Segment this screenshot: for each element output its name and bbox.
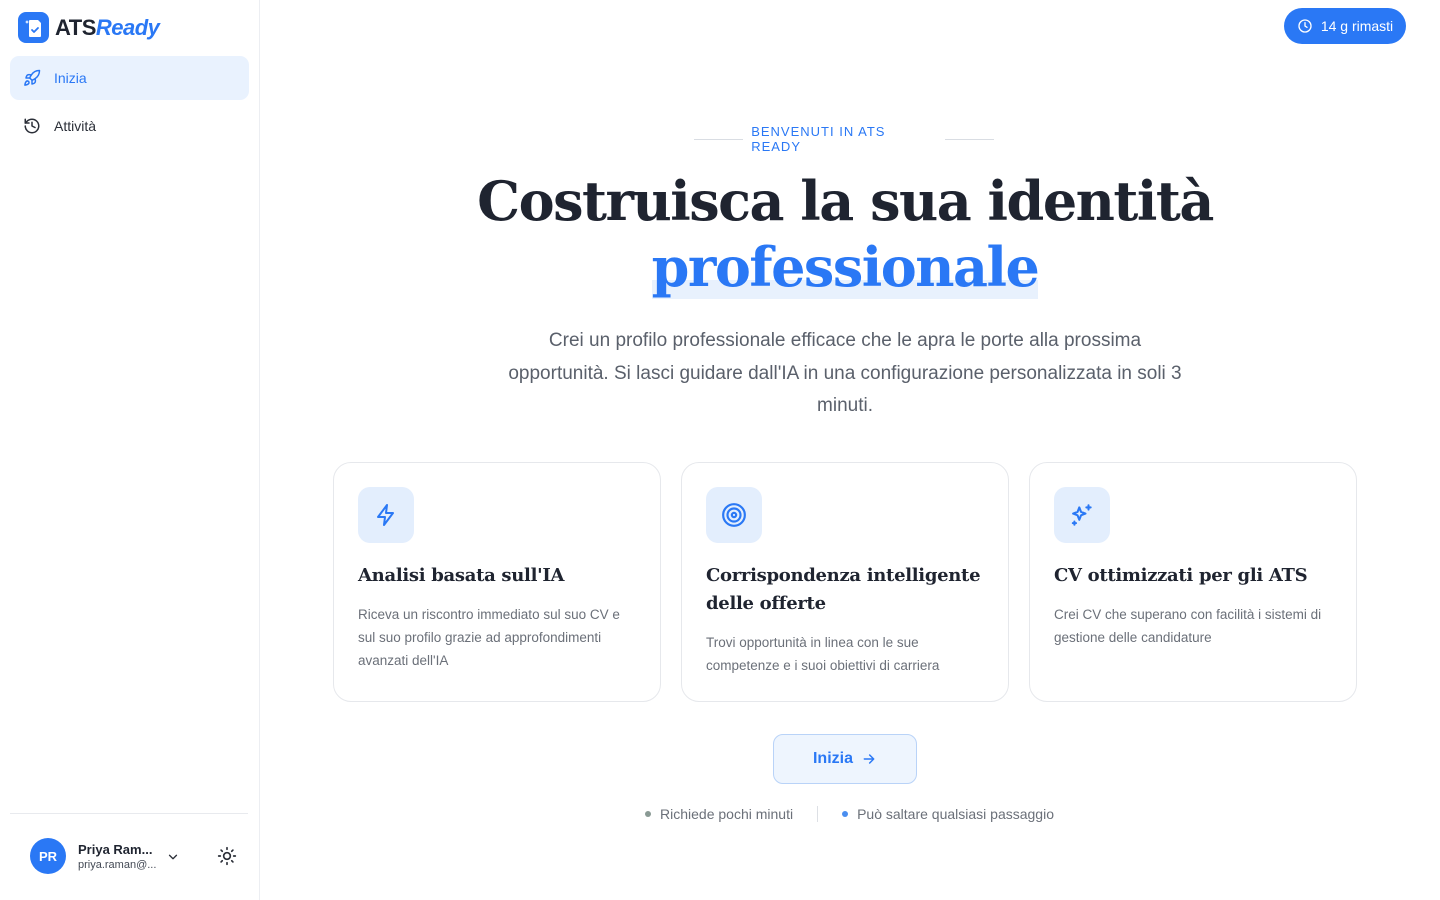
user-name: Priya Ram...: [78, 841, 153, 857]
sun-icon: [217, 846, 237, 866]
feature-card: Corrispondenza intelligente delle offert…: [681, 462, 1009, 702]
page-subtitle: Crei un profilo professionale efficace c…: [508, 330, 1182, 416]
note-item: Può saltare qualsiasi passaggio: [842, 806, 1054, 822]
start-button-label: Inizia: [812, 750, 853, 767]
feature-card: CV ottimizzati per gli ATS Crei CV che s…: [1029, 462, 1357, 702]
feature-title: CV ottimizzati per gli ATS: [1054, 565, 1308, 586]
rocket-icon: [22, 68, 42, 88]
divider-line: [694, 138, 744, 140]
feature-description: Crei CV che superano con facilità i sist…: [1054, 607, 1322, 645]
arrow-right-icon: [861, 751, 877, 767]
sparkles-icon: [1054, 487, 1110, 543]
app-root: ATSReady Inizia Attività PR Priya Ram...…: [0, 0, 1440, 900]
status-dot: [645, 811, 651, 817]
footer-notes: Richiede pochi minuti Può saltare qualsi…: [645, 804, 1054, 824]
page-title: Costruisca la sua identità professionale: [380, 168, 1310, 300]
brand-name: ATSReady: [55, 14, 160, 40]
start-button[interactable]: Inizia: [773, 734, 917, 784]
status-dot: [842, 811, 849, 817]
sidebar-item-attivita[interactable]: Attività: [10, 104, 249, 148]
user-menu[interactable]: PR Priya Ram... priya.raman@...: [30, 838, 178, 874]
avatar: PR: [30, 838, 66, 874]
user-email: priya.raman@...: [78, 858, 157, 871]
chevron-down-icon[interactable]: [166, 850, 180, 864]
history-icon: [22, 116, 42, 136]
feature-description: Riceva un riscontro immediato sul suo CV…: [358, 607, 620, 668]
sidebar-item-label: Attività: [54, 118, 97, 134]
headline-accent: professionale: [651, 235, 1040, 299]
divider-line: [944, 138, 995, 140]
brand-logo[interactable]: ATSReady: [18, 12, 160, 43]
headline-main: Costruisca la sua identità: [477, 169, 1214, 233]
sidebar: ATSReady Inizia Attività PR Priya Ram...…: [0, 0, 260, 900]
sidebar-divider: [10, 813, 248, 814]
eyebrow-text: BENVENUTI IN ATS READY: [751, 124, 886, 154]
trial-label: 14 g rimasti: [1320, 18, 1394, 34]
feature-card: Analisi basata sull'IA Riceva un riscont…: [333, 462, 661, 702]
feature-title: Corrispondenza intelligente delle offert…: [706, 565, 981, 614]
lightning-icon: [358, 487, 414, 543]
note-item: Richiede pochi minuti: [645, 806, 793, 822]
logo-icon: [18, 12, 49, 43]
trial-days-badge[interactable]: 14 g rimasti: [1284, 8, 1406, 44]
sidebar-item-label: Inizia: [54, 70, 87, 86]
target-icon: [706, 487, 762, 543]
note-text: Richiede pochi minuti: [660, 806, 794, 822]
clock-icon: [1297, 18, 1313, 34]
note-text: Può saltare qualsiasi passaggio: [857, 806, 1054, 822]
theme-toggle-button[interactable]: [216, 845, 238, 867]
sidebar-item-inizia[interactable]: Inizia: [10, 56, 249, 100]
eyebrow-row: BENVENUTI IN ATS READY: [694, 124, 995, 154]
feature-description: Trovi opportunità in linea con le sue co…: [706, 635, 940, 673]
user-info: Priya Ram... priya.raman@...: [78, 842, 158, 871]
feature-title: Analisi basata sull'IA: [358, 565, 565, 586]
divider: [817, 806, 819, 822]
